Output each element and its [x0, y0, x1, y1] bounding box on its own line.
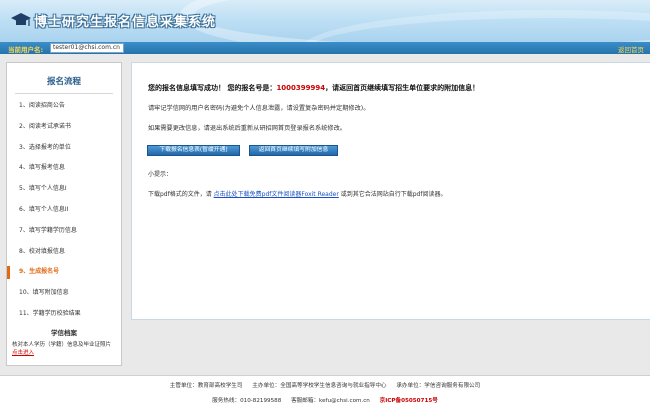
- sidebar-step: 8、校对填报信息: [19, 247, 65, 255]
- pdf-download-hint: 下载pdf格式的文件，请 点击此处下载免费pdf文件阅读器Foxit Reade…: [148, 189, 446, 198]
- header-banner: 博士研究生报名信息采集系统: [0, 0, 650, 42]
- registration-number: 1000399994: [276, 84, 326, 92]
- dl-prefix: 下载pdf格式的文件，请: [148, 191, 214, 198]
- success-message: 您的报名信息填写成功！ 您的报名号是：1000399994，请返回首页继续填写招…: [148, 83, 479, 93]
- footer-email: 客服邮箱：kefu@chsi.com.cn: [291, 398, 370, 404]
- sidebar-step: 1、阅读招商公告: [19, 102, 65, 109]
- process-steps: 1、阅读招商公告 2、阅读考试承诺书 3、选择报考的单位 4、填写报考信息 5、填写个人…: [7, 96, 121, 325]
- footer-line-1: 主管单位：教育部高校学生司 主办单位：全国高等学校学生信息咨询与就业指导中心 承…: [0, 381, 650, 389]
- success-suffix: ，请返回首页继续填写招生单位要求的附加信息！: [325, 84, 480, 92]
- site-title: 博士研究生报名信息采集系统: [34, 15, 217, 30]
- footer-sponsor: 主管单位：教育部高校学生司: [169, 383, 243, 389]
- graduation-cap-icon: [11, 13, 31, 26]
- footer-icp[interactable]: 京ICP备05050715号: [380, 398, 438, 404]
- download-form-button[interactable]: 下载报名信息表(暂缓开通): [147, 145, 240, 156]
- tip-label: 小提示：: [148, 171, 173, 178]
- foxit-download-link[interactable]: 点击此处下载免费pdf文件阅读器Foxit Reader: [214, 191, 339, 198]
- sidebar-step: 5、填写个人信息I: [19, 185, 67, 193]
- user-bar: 当前用户名: tester01@chsi.com.cn 返回首页: [0, 42, 650, 54]
- archive-enter-link[interactable]: 点击进入: [12, 350, 34, 356]
- return-home-button[interactable]: 返回首页继续填写附加信息: [249, 145, 338, 156]
- current-username: tester01@chsi.com.cn: [50, 43, 124, 53]
- return-home-link[interactable]: 返回首页: [618, 44, 644, 54]
- success-prefix: 您的报名信息填写成功！ 您的报名号是：: [148, 84, 277, 92]
- current-user-label: 当前用户名:: [8, 46, 44, 54]
- sidebar-step: 6、填写个人信息II: [19, 205, 69, 213]
- divider: [15, 93, 113, 94]
- footer-line-2: 服务热线：010-82199588 客服邮箱：kefu@chsi.com.cn …: [0, 396, 650, 404]
- footer: 主管单位：教育部高校学生司 主办单位：全国高等学校学生信息咨询与就业指导中心 承…: [0, 375, 650, 409]
- sidebar-step: 7、填写学籍学历信息: [19, 226, 77, 234]
- archive-panel: 学信档案 核对本人学历（学籍）信息及毕业证照片点击进入: [6, 321, 122, 366]
- sidebar-step: 10、填写附加信息: [19, 289, 69, 297]
- modify-hint: 如果需要更改信息，请退出系统后重新从研招网首页登录报名系统修改。: [148, 125, 346, 132]
- dl-suffix: 或到其它合法网站自行下载pdf阅读器。: [338, 191, 447, 198]
- password-reminder: 请牢记学信网的用户名密码(为避免个人信息泄露，请设置复杂密码并定期修改)。: [148, 105, 370, 112]
- archive-description: 核对本人学历（学籍）信息及毕业证照片: [12, 342, 112, 348]
- footer-hotline: 服务热线：010-82199588: [212, 398, 282, 404]
- sidebar-step: 4、填写报考信息: [19, 164, 65, 172]
- footer-organizer: 主办单位：全国高等学校学生信息咨询与就业指导中心: [252, 383, 387, 389]
- sidebar-step: 9、生成报名号: [7, 262, 121, 283]
- archive-title: 学信档案: [51, 329, 77, 337]
- sidebar-step: 2、阅读考试承诺书: [19, 122, 71, 130]
- archive-text: 核对本人学历（学籍）信息及毕业证照片点击进入: [6, 341, 122, 357]
- sidebar-title: 报名流程: [46, 77, 81, 87]
- footer-operator: 承办单位：学信咨询服务有限公司: [396, 383, 481, 389]
- sidebar-step: 3、选择报考的单位: [19, 143, 71, 151]
- content-panel: 您的报名信息填写成功！ 您的报名号是：1000399994，请返回首页继续填写招…: [131, 62, 650, 320]
